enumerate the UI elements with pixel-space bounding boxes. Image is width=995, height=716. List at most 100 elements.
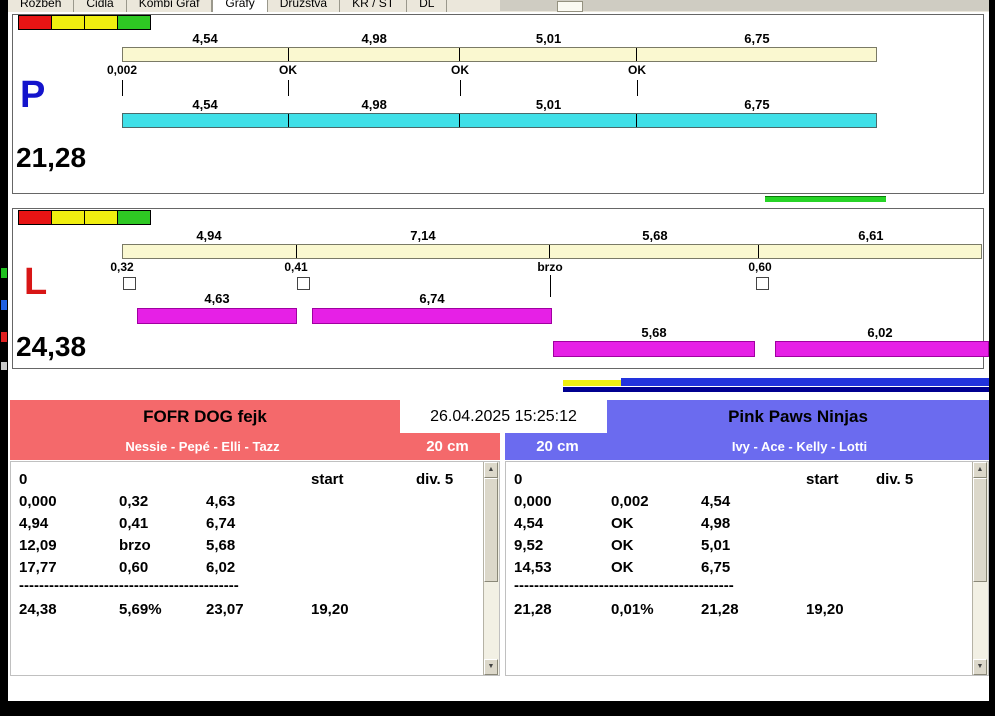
tab-scroll-thumb[interactable] <box>557 1 583 12</box>
sensor-status: 0,002 <box>106 63 138 77</box>
tab-dl[interactable]: DL <box>407 0 448 12</box>
results-table: 0 start div. 5 0,000 0,002 4,54 4,54 OK 4,98 9… <box>506 462 988 622</box>
progress-indicator-green <box>765 196 886 202</box>
segment-time: 4,98 <box>361 31 387 46</box>
app-window: Rozběh Čidla Kombi Graf Grafy Družstva K… <box>0 0 995 716</box>
table-cell <box>416 492 479 514</box>
vertical-scrollbar[interactable]: ▲ ▼ <box>483 462 499 675</box>
edge-indicator-gray <box>1 362 7 370</box>
table-cell <box>806 558 876 580</box>
table-row: 14,53 OK 6,75 <box>514 558 968 580</box>
table-cell <box>416 558 479 580</box>
tab-label: Grafy <box>225 0 255 10</box>
sensor-checkbox[interactable] <box>123 277 136 290</box>
segment-time: 4,54 <box>192 97 218 112</box>
segment-time: 6,75 <box>744 97 770 112</box>
segment-time: 5,01 <box>535 97 562 112</box>
vertical-scrollbar[interactable]: ▲ ▼ <box>972 462 988 675</box>
table-cell <box>119 470 206 492</box>
table-cell <box>416 514 479 536</box>
table-cell: 14,53 <box>514 559 552 576</box>
table-cell <box>876 536 968 558</box>
arrow-up-icon: ▲ <box>976 466 984 473</box>
sensor-status: 0,60 <box>748 260 772 274</box>
table-cell <box>876 600 968 622</box>
tab-grafy[interactable]: Grafy <box>212 0 268 12</box>
l-total-time: 24,38 <box>16 331 87 362</box>
table-cell <box>311 514 416 536</box>
scroll-up-button[interactable]: ▲ <box>484 462 498 478</box>
table-row: 0 start div. 5 <box>19 470 479 492</box>
scroll-down-button[interactable]: ▼ <box>484 659 498 675</box>
tab-kombi-graf[interactable]: Kombi Graf <box>126 0 213 12</box>
summary-row: 24,38 5,69% 23,07 19,20 <box>19 600 479 622</box>
table-row: 0 start div. 5 <box>514 470 968 492</box>
segment-time: 4,94 <box>196 228 222 243</box>
sensor-tick <box>460 80 461 96</box>
run-time: 6,74 <box>419 291 445 306</box>
team-left-category: 20 cm <box>426 438 469 455</box>
table-row: 12,09 brzo 5,68 <box>19 536 479 558</box>
sensor-status: OK <box>279 63 297 77</box>
table-cell: brzo <box>119 537 151 554</box>
tab-label: Družstva <box>279 0 328 10</box>
scroll-down-button[interactable]: ▼ <box>973 659 987 675</box>
team-right-results: 0 start div. 5 0,000 0,002 4,54 4,54 OK 4,98 9… <box>505 461 989 676</box>
tab-kr-st[interactable]: KR / ST <box>340 0 408 12</box>
summary-percent: 5,69% <box>119 601 162 618</box>
timeline-bar-navy <box>563 387 989 392</box>
summary-net: 21,28 <box>701 601 739 618</box>
timeline-bar-yellow <box>563 380 621 386</box>
table-cell: div. 5 <box>416 471 454 488</box>
table-cell: 6,75 <box>701 559 731 576</box>
sensor-tick <box>550 275 551 297</box>
segment-time: 4,54 <box>192 31 218 46</box>
summary-percent: 0,01% <box>611 601 654 618</box>
table-cell <box>611 470 701 492</box>
p-total-time: 21,28 <box>16 142 87 173</box>
table-cell: 6,02 <box>206 559 236 576</box>
segment-time: 7,14 <box>410 228 436 243</box>
p-run-bar <box>122 113 877 128</box>
table-cell <box>206 470 311 492</box>
table-cell: div. 5 <box>876 471 914 488</box>
team-right-category: 20 cm <box>536 438 579 455</box>
sensor-checkbox[interactable] <box>756 277 769 290</box>
table-cell: 4,94 <box>19 515 49 532</box>
table-cell: 5,68 <box>206 537 236 554</box>
table-cell: OK <box>611 559 634 576</box>
sensor-tick <box>288 80 289 96</box>
run-bar <box>312 308 552 324</box>
scrollbar-thumb[interactable] <box>484 478 498 582</box>
tab-label: Kombi Graf <box>138 0 200 10</box>
table-cell <box>701 470 806 492</box>
table-cell: 4,54 <box>514 515 544 532</box>
table-cell <box>311 492 416 514</box>
sensor-tick <box>122 80 123 96</box>
tab-druzstva[interactable]: Družstva <box>267 0 341 12</box>
scrollbar-thumb[interactable] <box>973 478 987 582</box>
run-time: 5,68 <box>641 325 667 340</box>
table-cell: 5,01 <box>701 537 731 554</box>
table-cell <box>311 536 416 558</box>
table-cell <box>806 536 876 558</box>
sensor-status: 0,41 <box>284 260 308 274</box>
table-cell: 0 <box>514 471 523 488</box>
sensor-checkbox[interactable] <box>297 277 310 290</box>
table-row: 9,52 OK 5,01 <box>514 536 968 558</box>
scroll-up-button[interactable]: ▲ <box>973 462 987 478</box>
table-row: 4,54 OK 4,98 <box>514 514 968 536</box>
timeline-bar-blue <box>621 378 989 386</box>
status-light-yellow <box>84 15 118 30</box>
tab-cidla[interactable]: Čidla <box>74 0 127 12</box>
sensor-status: 0,32 <box>110 260 134 274</box>
team-right-subheader: 20 cm Ivy - Ace - Kelly - Lotti <box>505 433 989 460</box>
tab-rozbeh[interactable]: Rozběh <box>8 0 75 12</box>
p-plan-bar <box>122 47 877 62</box>
tab-label: DL <box>419 0 435 10</box>
status-light-green <box>117 210 151 225</box>
summary-total: 24,38 <box>19 601 57 618</box>
edge-indicator-blue <box>1 300 7 310</box>
edge-indicator-red <box>1 332 7 342</box>
table-cell: OK <box>611 537 634 554</box>
